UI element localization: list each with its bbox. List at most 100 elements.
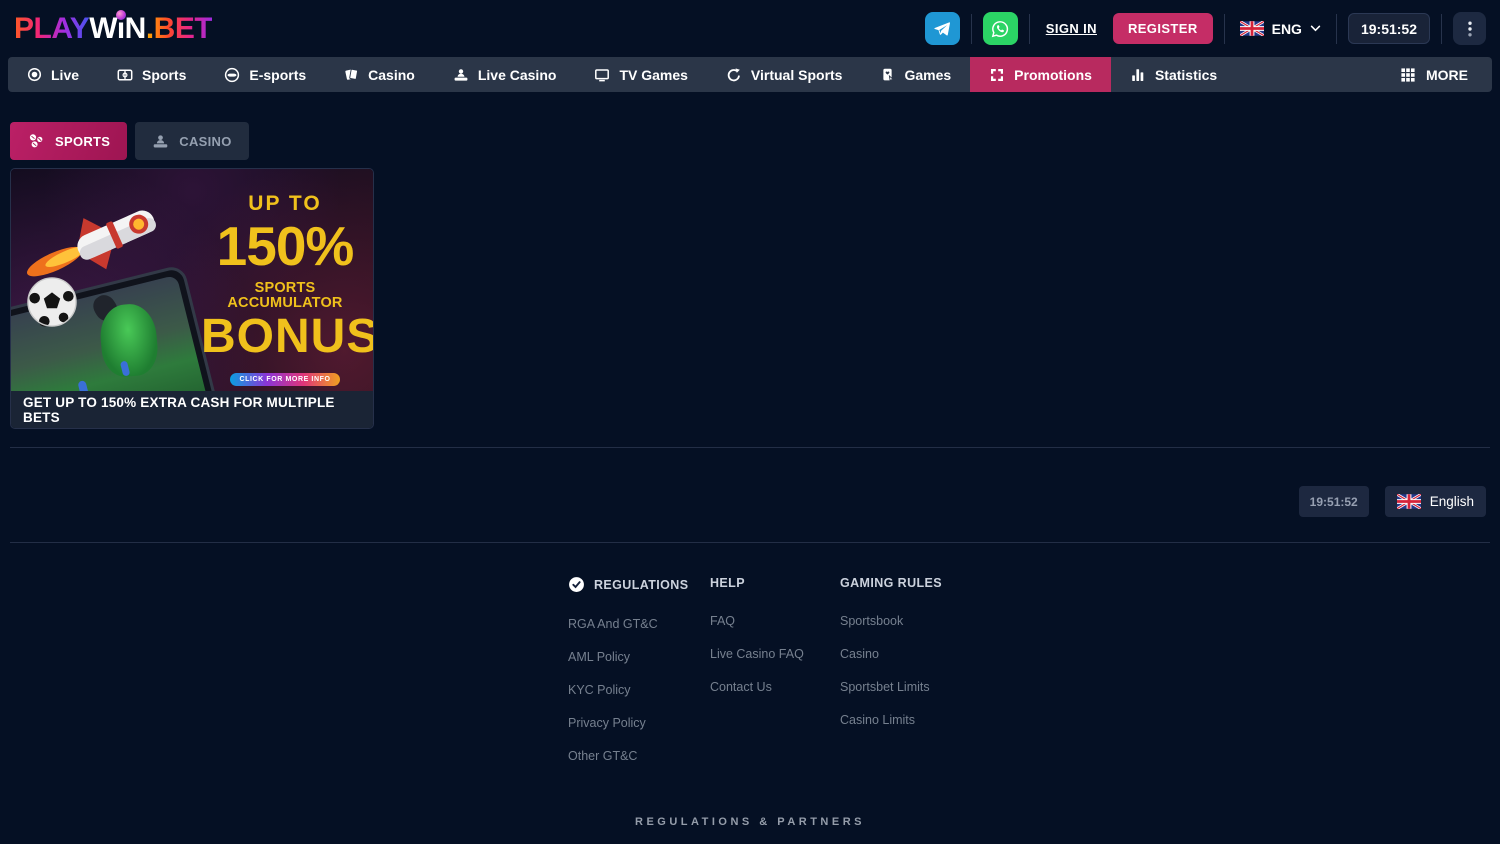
nav-item-label: Sports (142, 67, 186, 83)
uk-flag-icon (1240, 21, 1264, 36)
footer-column-gaming-rules: GAMING RULES Sportsbook Casino Sportsbet Li… (840, 576, 942, 746)
nav-item-live-casino[interactable]: Live Casino (434, 57, 576, 92)
footer-link-faq[interactable]: FAQ (710, 614, 804, 628)
uk-flag-icon (1397, 494, 1421, 509)
footer-link-aml-policy[interactable]: AML Policy (568, 650, 688, 664)
nav-item-label: Live Casino (478, 67, 557, 83)
telegram-icon (933, 20, 951, 38)
footer-link-contact-us[interactable]: Contact Us (710, 680, 804, 694)
games-icon (880, 67, 895, 82)
tv-games-icon (594, 67, 610, 83)
footer-link-kyc-policy[interactable]: KYC Policy (568, 683, 688, 697)
nav-item-sports[interactable]: Sports (98, 57, 205, 92)
live-casino-icon (453, 67, 469, 83)
footer-column-title: HELP (710, 576, 804, 590)
goalkeeper-figure (98, 302, 160, 379)
promo-card[interactable]: UP TO 150% SPORTS ACCUMULATOR BONUS CLIC… (10, 168, 374, 429)
logo-play-text: PLAY (14, 12, 89, 46)
tab-sports[interactable]: SPORTS (10, 122, 127, 160)
footer-link-casino-limits[interactable]: Casino Limits (840, 713, 942, 727)
kebab-menu-button[interactable] (1453, 12, 1486, 45)
divider (1336, 14, 1337, 44)
nav-item-label: TV Games (619, 67, 687, 83)
statistics-icon (1130, 67, 1146, 83)
telegram-button[interactable] (925, 12, 960, 45)
footer-link-privacy-policy[interactable]: Privacy Policy (568, 716, 688, 730)
footer-link-sportsbet-limits[interactable]: Sportsbet Limits (840, 680, 942, 694)
banner-text: UP TO 150% SPORTS ACCUMULATOR BONUS CLIC… (201, 193, 369, 386)
chevron-down-icon (1310, 25, 1321, 32)
register-button[interactable]: REGISTER (1113, 13, 1213, 44)
nav-item-label: Games (904, 67, 951, 83)
banner-cta-button[interactable]: CLICK FOR MORE INFO (230, 373, 339, 386)
language-selector[interactable]: ENG (1236, 21, 1325, 37)
nav-item-casino[interactable]: Casino (325, 57, 434, 92)
nav-item-virtual-sports[interactable]: Virtual Sports (707, 57, 862, 92)
nav-item-label: Statistics (1155, 67, 1217, 83)
logo[interactable]: PLAYWiN.BET (14, 12, 212, 46)
nav-item-more[interactable]: MORE (1376, 57, 1492, 92)
nav-item-live[interactable]: Live (8, 57, 98, 92)
virtual-sports-icon (726, 67, 742, 83)
nav-item-statistics[interactable]: Statistics (1111, 57, 1236, 92)
more-icon (1400, 67, 1416, 83)
main-nav: Live Sports E-sports Casino Live Casino TV Ga… (8, 57, 1492, 92)
banner-subtitle: SPORTS ACCUMULATOR (201, 281, 369, 310)
status-language-label: English (1430, 494, 1474, 509)
footer-column-regulations: REGULATIONS RGA And GT&C AML Policy KYC Pol… (568, 576, 688, 782)
disco-ball-icon (116, 10, 126, 20)
header-actions: SIGN IN REGISTER ENG 19:51:52 (925, 12, 1486, 45)
nav-item-label: E-sports (249, 67, 306, 83)
banner-up-to: UP TO (201, 193, 369, 214)
footer-link-casino[interactable]: Casino (840, 647, 942, 661)
header: PLAYWiN.BET SIGN IN REGISTER ENG 19:51:5… (0, 0, 1500, 57)
banner-bonus: BONUS (201, 313, 369, 361)
promotions-icon (989, 67, 1005, 83)
banner-percent: 150% (201, 219, 369, 274)
divider (1224, 14, 1225, 44)
promo-banner: UP TO 150% SPORTS ACCUMULATOR BONUS CLIC… (11, 169, 373, 391)
footer-link-rga-and-gt-c[interactable]: RGA And GT&C (568, 617, 688, 631)
tab-label: SPORTS (55, 134, 110, 149)
footer-column-help: HELP FAQ Live Casino FAQ Contact Us (710, 576, 804, 713)
nav-item-e-sports[interactable]: E-sports (205, 57, 325, 92)
divider (10, 447, 1490, 448)
language-code: ENG (1272, 21, 1302, 37)
footer-link-other-gt-c[interactable]: Other GT&C (568, 749, 688, 763)
footer-column-title: GAMING RULES (840, 576, 942, 590)
divider (1029, 14, 1030, 44)
promo-caption: GET UP TO 150% EXTRA CASH FOR MULTIPLE B… (11, 391, 373, 428)
footer-link-sportsbook[interactable]: Sportsbook (840, 614, 942, 628)
nav-item-promotions[interactable]: Promotions (970, 57, 1111, 92)
kebab-menu-icon (1468, 21, 1472, 37)
footer-column-title: REGULATIONS (568, 576, 688, 593)
footer-link-live-casino-faq[interactable]: Live Casino FAQ (710, 647, 804, 661)
esports-icon (224, 67, 240, 83)
logo-bet-text: .BET (146, 12, 212, 46)
nav-item-label: Virtual Sports (751, 67, 843, 83)
divider (971, 14, 972, 44)
nav-item-label: Promotions (1014, 67, 1092, 83)
regulations-icon (568, 576, 585, 593)
tab-label: CASINO (179, 134, 231, 149)
status-language-selector[interactable]: English (1385, 486, 1486, 517)
regulations-partners-heading: REGULATIONS & PARTNERS (0, 816, 1500, 828)
divider (1441, 14, 1442, 44)
nav-item-label: Casino (368, 67, 415, 83)
soccer-ball-icon (27, 277, 77, 332)
sign-in-link[interactable]: SIGN IN (1046, 21, 1097, 36)
header-clock: 19:51:52 (1348, 13, 1430, 44)
nav-item-games[interactable]: Games (861, 57, 970, 92)
live-icon (27, 67, 42, 82)
nav-item-label: Live (51, 67, 79, 83)
whatsapp-icon (991, 20, 1009, 38)
divider (10, 542, 1490, 543)
tab-casino[interactable]: CASINO (135, 122, 248, 160)
content-tabs: SPORTS CASINO (10, 122, 249, 160)
sports-icon (117, 67, 133, 83)
nav-item-label: MORE (1426, 67, 1468, 83)
status-row: 19:51:52 English (1299, 486, 1486, 517)
whatsapp-button[interactable] (983, 12, 1018, 45)
nav-item-tv-games[interactable]: TV Games (575, 57, 706, 92)
casino-tab-icon (152, 133, 169, 150)
